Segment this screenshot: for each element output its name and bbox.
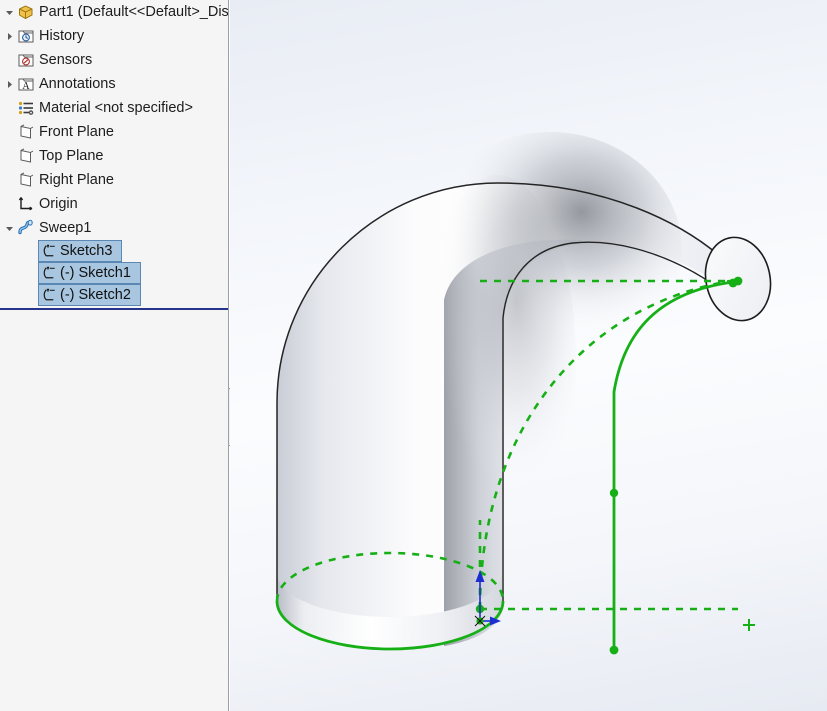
- expand-arrow-down-icon[interactable]: [2, 216, 16, 240]
- tree-item-label: Sweep1: [39, 220, 92, 236]
- tree-item-part-root[interactable]: Part1 (Default<<Default>_Disp: [0, 0, 228, 24]
- feature-manager-panel: Part1 (Default<<Default>_Disp History Se…: [0, 0, 229, 711]
- plane-icon: [16, 146, 36, 166]
- inner-corner-shadow-2: [420, 175, 576, 545]
- tree-item-label: Sensors: [39, 52, 93, 68]
- feature-tree: Part1 (Default<<Default>_Disp History Se…: [0, 0, 228, 306]
- swept-elbow-solid: [276, 132, 772, 650]
- sketch-point-path-start[interactable]: [728, 278, 738, 288]
- expand-arrow-right-icon[interactable]: [2, 24, 16, 48]
- tree-item-front-plane[interactable]: Front Plane: [0, 120, 228, 144]
- plane-icon: [16, 170, 36, 190]
- part-icon: [16, 2, 36, 22]
- tree-item-annotations[interactable]: A Annotations: [0, 72, 228, 96]
- tree-item-label: Annotations: [39, 76, 116, 92]
- history-folder-icon: [16, 26, 36, 46]
- solidworks-window: Part1 (Default<<Default>_Disp History Se…: [0, 0, 827, 711]
- expand-arrow-down-icon[interactable]: [2, 0, 16, 24]
- sketch-point-path-mid[interactable]: [609, 488, 619, 498]
- tree-item-label: (-) Sketch1: [60, 265, 131, 281]
- annotations-icon: A: [16, 74, 36, 94]
- material-icon: [16, 98, 36, 118]
- selection-highlight: Sketch3: [38, 240, 123, 262]
- tree-item-material[interactable]: Material <not specified>: [0, 96, 228, 120]
- tree-item-history[interactable]: History: [0, 24, 228, 48]
- tree-item-right-plane[interactable]: Right Plane: [0, 168, 228, 192]
- tree-item-label: History: [39, 28, 85, 44]
- tree-item-label: Right Plane: [39, 172, 114, 188]
- selection-highlight: (-) Sketch1: [38, 262, 141, 284]
- tree-item-label: Top Plane: [39, 148, 104, 164]
- model-canvas: [275, 132, 772, 655]
- part-root-label: Part1 (Default<<Default>_Disp: [39, 4, 229, 20]
- tree-item-origin[interactable]: Origin: [0, 192, 228, 216]
- tree-item-label: Material <not specified>: [39, 100, 193, 116]
- tree-item-top-plane[interactable]: Top Plane: [0, 144, 228, 168]
- sketch-icon: [40, 241, 58, 261]
- sensors-folder-icon: [16, 50, 36, 70]
- tree-item-label: Origin: [39, 196, 78, 212]
- graphics-viewport[interactable]: [230, 0, 827, 711]
- rollback-bar[interactable]: [0, 308, 228, 310]
- tree-item-sensors[interactable]: Sensors: [0, 48, 228, 72]
- plane-icon: [16, 122, 36, 142]
- tree-item-sketch3[interactable]: Sketch3: [0, 240, 228, 262]
- sketch-point-path-end[interactable]: [609, 645, 619, 655]
- sweep-feature-icon: [16, 218, 36, 238]
- sketch-icon: [40, 263, 58, 283]
- selection-highlight: (-) Sketch2: [38, 284, 141, 306]
- svg-text:A: A: [22, 81, 30, 92]
- tree-item-sweep1[interactable]: Sweep1: [0, 216, 228, 240]
- sketch-icon: [40, 285, 58, 305]
- tree-item-sketch1[interactable]: (-) Sketch1: [0, 262, 228, 284]
- tree-item-label: Front Plane: [39, 124, 114, 140]
- tree-item-label: (-) Sketch2: [60, 287, 131, 303]
- tree-item-sketch2[interactable]: (-) Sketch2: [0, 284, 228, 306]
- tree-item-label: Sketch3: [60, 243, 113, 259]
- sketch-origin-plus-icon: [743, 619, 755, 631]
- expand-arrow-right-icon[interactable]: [2, 72, 16, 96]
- origin-icon: [16, 194, 36, 214]
